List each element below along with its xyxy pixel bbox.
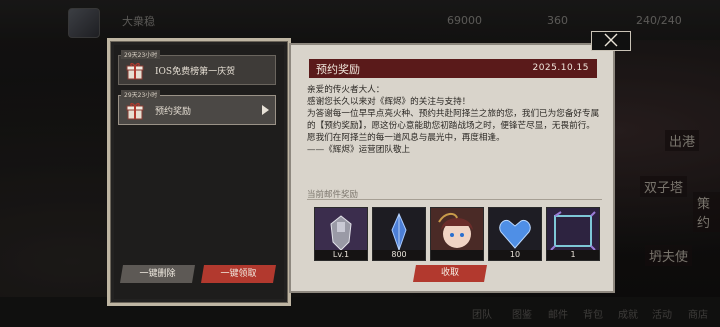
delete-all-button[interactable]: 一键删除 bbox=[120, 265, 195, 283]
reward-count: 1 bbox=[547, 250, 599, 260]
mail-body-line: 愿我们在阿择兰的每一道风息与晨光中，再度相逢。 bbox=[307, 133, 505, 143]
gift-icon bbox=[126, 63, 144, 80]
gift-icon bbox=[126, 103, 144, 120]
claim-button[interactable]: 收取 bbox=[413, 265, 487, 282]
mail-item-reservation-reward[interactable]: 29天23小时 预约奖励 bbox=[118, 90, 276, 125]
close-button[interactable] bbox=[591, 31, 631, 51]
mail-expiry-tag: 29天23小时 bbox=[121, 90, 161, 99]
close-icon bbox=[604, 33, 618, 47]
reward-item-frame[interactable]: 1 bbox=[546, 207, 600, 261]
mail-body: 亲爱的传火者大人： 感谢您长久以来对《辉烬》的关注与支持！ 为答谢每一位早早点亮… bbox=[307, 84, 603, 156]
reward-count: 10 bbox=[489, 250, 541, 260]
mail-body-line: 感谢您长久以来对《辉烬》的关注与支持！ bbox=[307, 97, 471, 107]
mail-title: 预约奖励 bbox=[316, 63, 360, 76]
reward-item-crystal[interactable]: 800 bbox=[372, 207, 426, 261]
reward-item-heart[interactable]: 10 bbox=[488, 207, 542, 261]
reward-item-armor[interactable]: Lv.1 bbox=[314, 207, 368, 261]
mail-item-ios-celebration[interactable]: 29天23小时 IOS免费榜第一庆贺 bbox=[118, 50, 276, 85]
reward-count bbox=[431, 250, 483, 260]
mail-signature: ——《辉烬》运营团队敬上 bbox=[307, 145, 411, 155]
reward-count: 800 bbox=[373, 250, 425, 260]
mail-date: 2025.10.15 bbox=[532, 63, 589, 73]
mail-item-title: IOS免费榜第一庆贺 bbox=[155, 67, 236, 77]
mail-item-title: 预约奖励 bbox=[155, 107, 192, 117]
mail-expiry-tag: 29天23小时 bbox=[121, 50, 161, 59]
mail-body-line: 为答谢每一位早早点亮火种、预约共赴阿择兰之旅的您，我们已为您备好专属的【预约奖励… bbox=[307, 109, 600, 131]
rewards-divider bbox=[307, 199, 602, 200]
reward-item-character[interactable] bbox=[430, 207, 484, 261]
mail-greeting: 亲爱的传火者大人： bbox=[307, 85, 385, 95]
claim-all-button[interactable]: 一键领取 bbox=[201, 265, 276, 283]
reward-count: Lv.1 bbox=[315, 250, 367, 260]
play-arrow-icon bbox=[262, 105, 269, 115]
